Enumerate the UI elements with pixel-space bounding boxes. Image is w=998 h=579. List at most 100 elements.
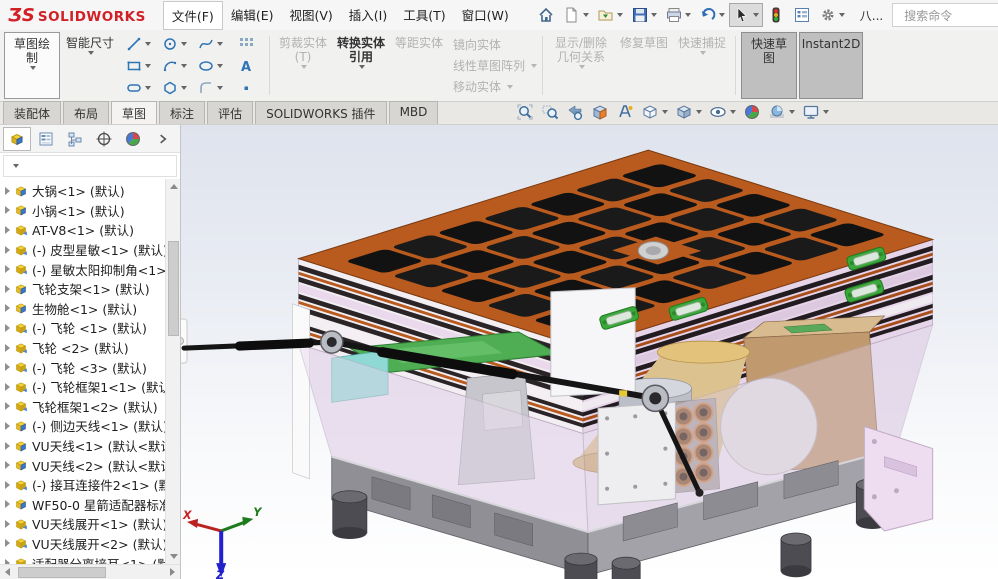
ellipse-tool-button[interactable] <box>192 55 228 77</box>
tab-标注[interactable]: 标注 <box>159 101 205 124</box>
move-entities-button[interactable]: 移动实体 <box>449 78 537 95</box>
smart-dimension-button[interactable]: 智能尺寸 <box>62 32 118 99</box>
expand-arrow-icon[interactable] <box>5 539 10 547</box>
quick-snaps-button[interactable]: 快速捕捉 <box>674 32 730 99</box>
dropdown-caret-icon[interactable] <box>217 42 223 46</box>
print-button[interactable] <box>661 3 695 27</box>
menu-item[interactable]: 窗口(W) <box>454 1 517 30</box>
repair-sketch-button[interactable]: 修复草图 <box>616 32 672 99</box>
scroll-up-icon[interactable] <box>166 179 180 194</box>
mirror-entities-button[interactable]: 镜向实体 <box>449 36 537 53</box>
linear-pattern-button[interactable]: 线性草图阵列 <box>449 57 537 74</box>
dropdown-caret-icon[interactable] <box>217 64 223 68</box>
expand-arrow-icon[interactable] <box>5 246 10 254</box>
dropdown-caret-icon[interactable] <box>823 110 829 114</box>
tree-item[interactable]: WF50-0 星箭适配器标准 <box>0 495 165 515</box>
rapid-sketch-button[interactable]: 快速草图 <box>741 32 797 99</box>
tab-SOLIDWORKS 插件[interactable]: SOLIDWORKS 插件 <box>255 101 386 124</box>
scroll-left-icon[interactable] <box>0 565 15 579</box>
tree-item[interactable]: (-) 飞轮框架1<1> (默认) <box>0 377 165 397</box>
options-list-button[interactable] <box>789 3 815 27</box>
scroll-down-icon[interactable] <box>166 549 180 564</box>
tree-filter[interactable] <box>3 155 177 177</box>
dropdown-caret-icon[interactable] <box>753 13 759 17</box>
select-cursor-button[interactable] <box>729 3 763 27</box>
tree-item[interactable]: AT-V8<1> (默认) <box>0 220 165 240</box>
menu-item[interactable]: 文件(F) <box>163 1 223 30</box>
offset-entities-button[interactable]: 等距实体 <box>391 32 447 99</box>
dimxpertmanager-tab[interactable] <box>90 127 118 151</box>
panel-expand-button[interactable] <box>149 127 177 151</box>
expand-arrow-icon[interactable] <box>5 481 10 489</box>
open-button[interactable] <box>593 3 627 27</box>
displaymanager-tab[interactable] <box>119 127 147 151</box>
tree-item[interactable]: 小锅<1> (默认) <box>0 201 165 221</box>
instant2d-button[interactable]: Instant2D <box>799 32 863 99</box>
rebuild-button[interactable] <box>763 3 789 27</box>
expand-arrow-icon[interactable] <box>5 265 10 273</box>
new-document-button[interactable] <box>559 3 593 27</box>
expand-arrow-icon[interactable] <box>5 226 10 234</box>
tree-item[interactable]: 飞轮支架<1> (默认) <box>0 279 165 299</box>
search-input[interactable]: 搜索命令 <box>904 7 998 24</box>
point-tool-button[interactable] <box>228 77 264 99</box>
tab-评估[interactable]: 评估 <box>207 101 253 124</box>
tree-vertical-scrollbar[interactable] <box>165 179 180 564</box>
dropdown-caret-icon[interactable] <box>145 42 151 46</box>
tree-item[interactable]: 飞轮 <2> (默认) <box>0 338 165 358</box>
featuremanager-tab[interactable] <box>3 127 31 151</box>
hide-show-button[interactable] <box>709 103 736 121</box>
dropdown-caret-icon[interactable] <box>789 110 795 114</box>
menu-item[interactable]: 工具(T) <box>395 1 453 30</box>
dropdown-caret-icon[interactable] <box>583 13 589 17</box>
previous-view-button[interactable] <box>566 103 584 121</box>
menu-item[interactable]: 视图(V) <box>281 1 340 30</box>
tree-item[interactable]: 飞轮框架1<2> (默认) <box>0 397 165 417</box>
expand-arrow-icon[interactable] <box>5 206 10 214</box>
annotation-view-button[interactable] <box>616 103 634 121</box>
search-box[interactable]: 搜索命令 <box>892 3 998 27</box>
tree-item[interactable]: 大锅<1> (默认) <box>0 181 165 201</box>
apply-scene-button[interactable] <box>768 103 795 121</box>
undo-button[interactable] <box>695 3 729 27</box>
tree-item[interactable]: VU天线<2> (默认<默认>) <box>0 455 165 475</box>
tree-item[interactable]: (-) 皮型星敏<1> (默认) <box>0 240 165 260</box>
arc-tool-button[interactable] <box>156 55 192 77</box>
tree-item[interactable]: (-) 侧边天线<1> (默认) <box>0 416 165 436</box>
polygon-tool-button[interactable] <box>156 77 192 99</box>
view-orientation-button[interactable] <box>641 103 668 121</box>
expand-arrow-icon[interactable] <box>5 363 10 371</box>
dropdown-caret-icon[interactable] <box>719 13 725 17</box>
line-tool-button[interactable] <box>120 33 156 55</box>
menu-item[interactable]: 编辑(E) <box>223 1 282 30</box>
dropdown-caret-icon[interactable] <box>217 86 223 90</box>
zoom-area-button[interactable] <box>541 103 559 121</box>
save-button[interactable] <box>627 3 661 27</box>
expand-arrow-icon[interactable] <box>5 383 10 391</box>
expand-arrow-icon[interactable] <box>5 187 10 195</box>
tree-item[interactable]: (-) 接耳连接件2<1> (默认) <box>0 475 165 495</box>
tree-item[interactable]: 生物舱<1> (默认) <box>0 299 165 319</box>
satellite-model[interactable]: X Y Z <box>181 125 998 579</box>
dropdown-caret-icon[interactable] <box>839 13 845 17</box>
pattern-tool-button[interactable] <box>228 33 264 55</box>
tree-item[interactable]: (-) 飞轮 <1> (默认) <box>0 318 165 338</box>
tree-item[interactable]: VU天线<1> (默认<默认>) <box>0 436 165 456</box>
dropdown-caret-icon[interactable] <box>651 13 657 17</box>
tree-item[interactable]: VU天线展开<1> (默认) <box>0 514 165 534</box>
expand-arrow-icon[interactable] <box>5 442 10 450</box>
model-corner-bracket[interactable] <box>864 426 932 531</box>
expand-arrow-icon[interactable] <box>5 461 10 469</box>
text-tool-button[interactable]: A <box>228 55 264 77</box>
expand-arrow-icon[interactable] <box>5 402 10 410</box>
tree-item[interactable]: (-) 飞轮 <3> (默认) <box>0 357 165 377</box>
dropdown-caret-icon[interactable] <box>181 64 187 68</box>
settings-gear-button[interactable] <box>815 3 849 27</box>
circle-tool-button[interactable] <box>156 33 192 55</box>
tab-草图[interactable]: 草图 <box>111 101 157 124</box>
scrollbar-thumb[interactable] <box>18 567 106 578</box>
dropdown-caret-icon[interactable] <box>662 110 668 114</box>
menu-item[interactable]: 插入(I) <box>341 1 395 30</box>
convert-entities-button[interactable]: 转换实体引用 <box>333 32 389 99</box>
dropdown-caret-icon[interactable] <box>696 110 702 114</box>
